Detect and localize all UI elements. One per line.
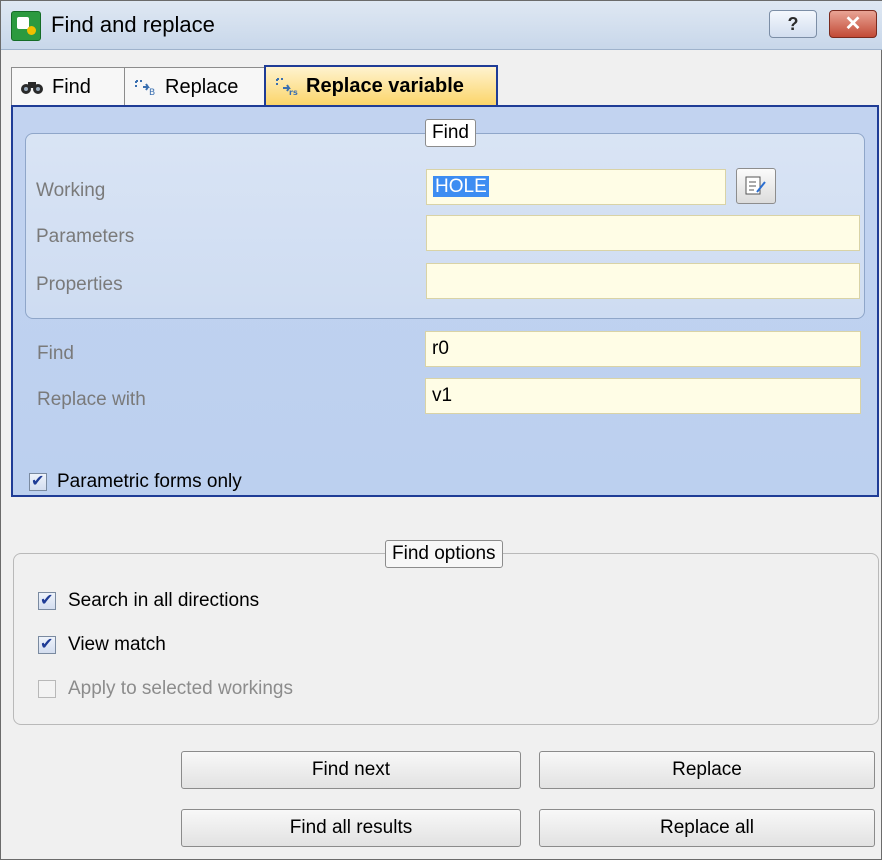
parameters-input[interactable]	[426, 215, 860, 251]
close-button[interactable]: ✕	[829, 10, 877, 38]
parametric-forms-label: Parametric forms only	[57, 471, 242, 492]
view-match-checkbox[interactable]	[38, 634, 56, 654]
replace-with-input[interactable]: v1	[425, 378, 861, 414]
tab-replace-variable-label: Replace variable	[306, 75, 464, 97]
svg-text:B: B	[149, 88, 155, 97]
binoculars-icon	[21, 82, 43, 94]
replace-with-label: Replace with	[37, 389, 146, 410]
apply-selected-workings-label: Apply to selected workings	[68, 678, 293, 699]
find-options-group: Search in all directions View match Appl…	[13, 553, 879, 725]
find-label: Find	[37, 343, 74, 364]
find-group: Working HOLE Parameters Properties	[25, 133, 865, 319]
apply-selected-workings-checkbox[interactable]	[38, 680, 56, 698]
help-button[interactable]: ?	[769, 10, 817, 38]
properties-label: Properties	[36, 274, 123, 295]
edit-working-button[interactable]	[736, 168, 776, 204]
find-group-legend: Find	[425, 119, 476, 147]
tab-find[interactable]: Find	[11, 67, 125, 105]
view-match-label: View match	[68, 634, 166, 655]
tab-replace-label: Replace	[165, 76, 239, 98]
working-value: HOLE	[433, 176, 489, 197]
parametric-forms-checkbox[interactable]	[29, 471, 47, 491]
working-input[interactable]: HOLE	[426, 169, 726, 205]
edit-list-icon	[745, 176, 766, 195]
replace-icon: B	[135, 80, 155, 97]
find-input[interactable]: r0	[425, 331, 861, 367]
parameters-label: Parameters	[36, 226, 135, 247]
replace-variable-icon: rs	[276, 78, 298, 96]
search-all-directions-label: Search in all directions	[68, 590, 260, 611]
search-all-directions-checkbox[interactable]	[38, 590, 56, 610]
tab-find-label: Find	[52, 76, 91, 98]
replace-all-button[interactable]: Replace all	[539, 809, 875, 847]
find-all-results-button[interactable]: Find all results	[181, 809, 521, 847]
svg-text:rs: rs	[289, 88, 298, 96]
replace-button[interactable]: Replace	[539, 751, 875, 789]
tab-replace-variable[interactable]: rs Replace variable	[264, 65, 498, 105]
app-icon	[11, 11, 41, 41]
tab-replace[interactable]: B Replace	[124, 67, 266, 105]
find-replace-dialog: Find and replace ? ✕ Find B Replace rs R…	[0, 0, 882, 860]
working-label: Working	[36, 180, 106, 201]
replace-variable-panel: Working HOLE Parameters Properties Find …	[11, 105, 879, 497]
find-next-button[interactable]: Find next	[181, 751, 521, 789]
find-options-legend: Find options	[385, 540, 503, 568]
window-title: Find and replace	[51, 12, 215, 37]
title-bar[interactable]: Find and replace ? ✕	[1, 1, 882, 50]
properties-input[interactable]	[426, 263, 860, 299]
